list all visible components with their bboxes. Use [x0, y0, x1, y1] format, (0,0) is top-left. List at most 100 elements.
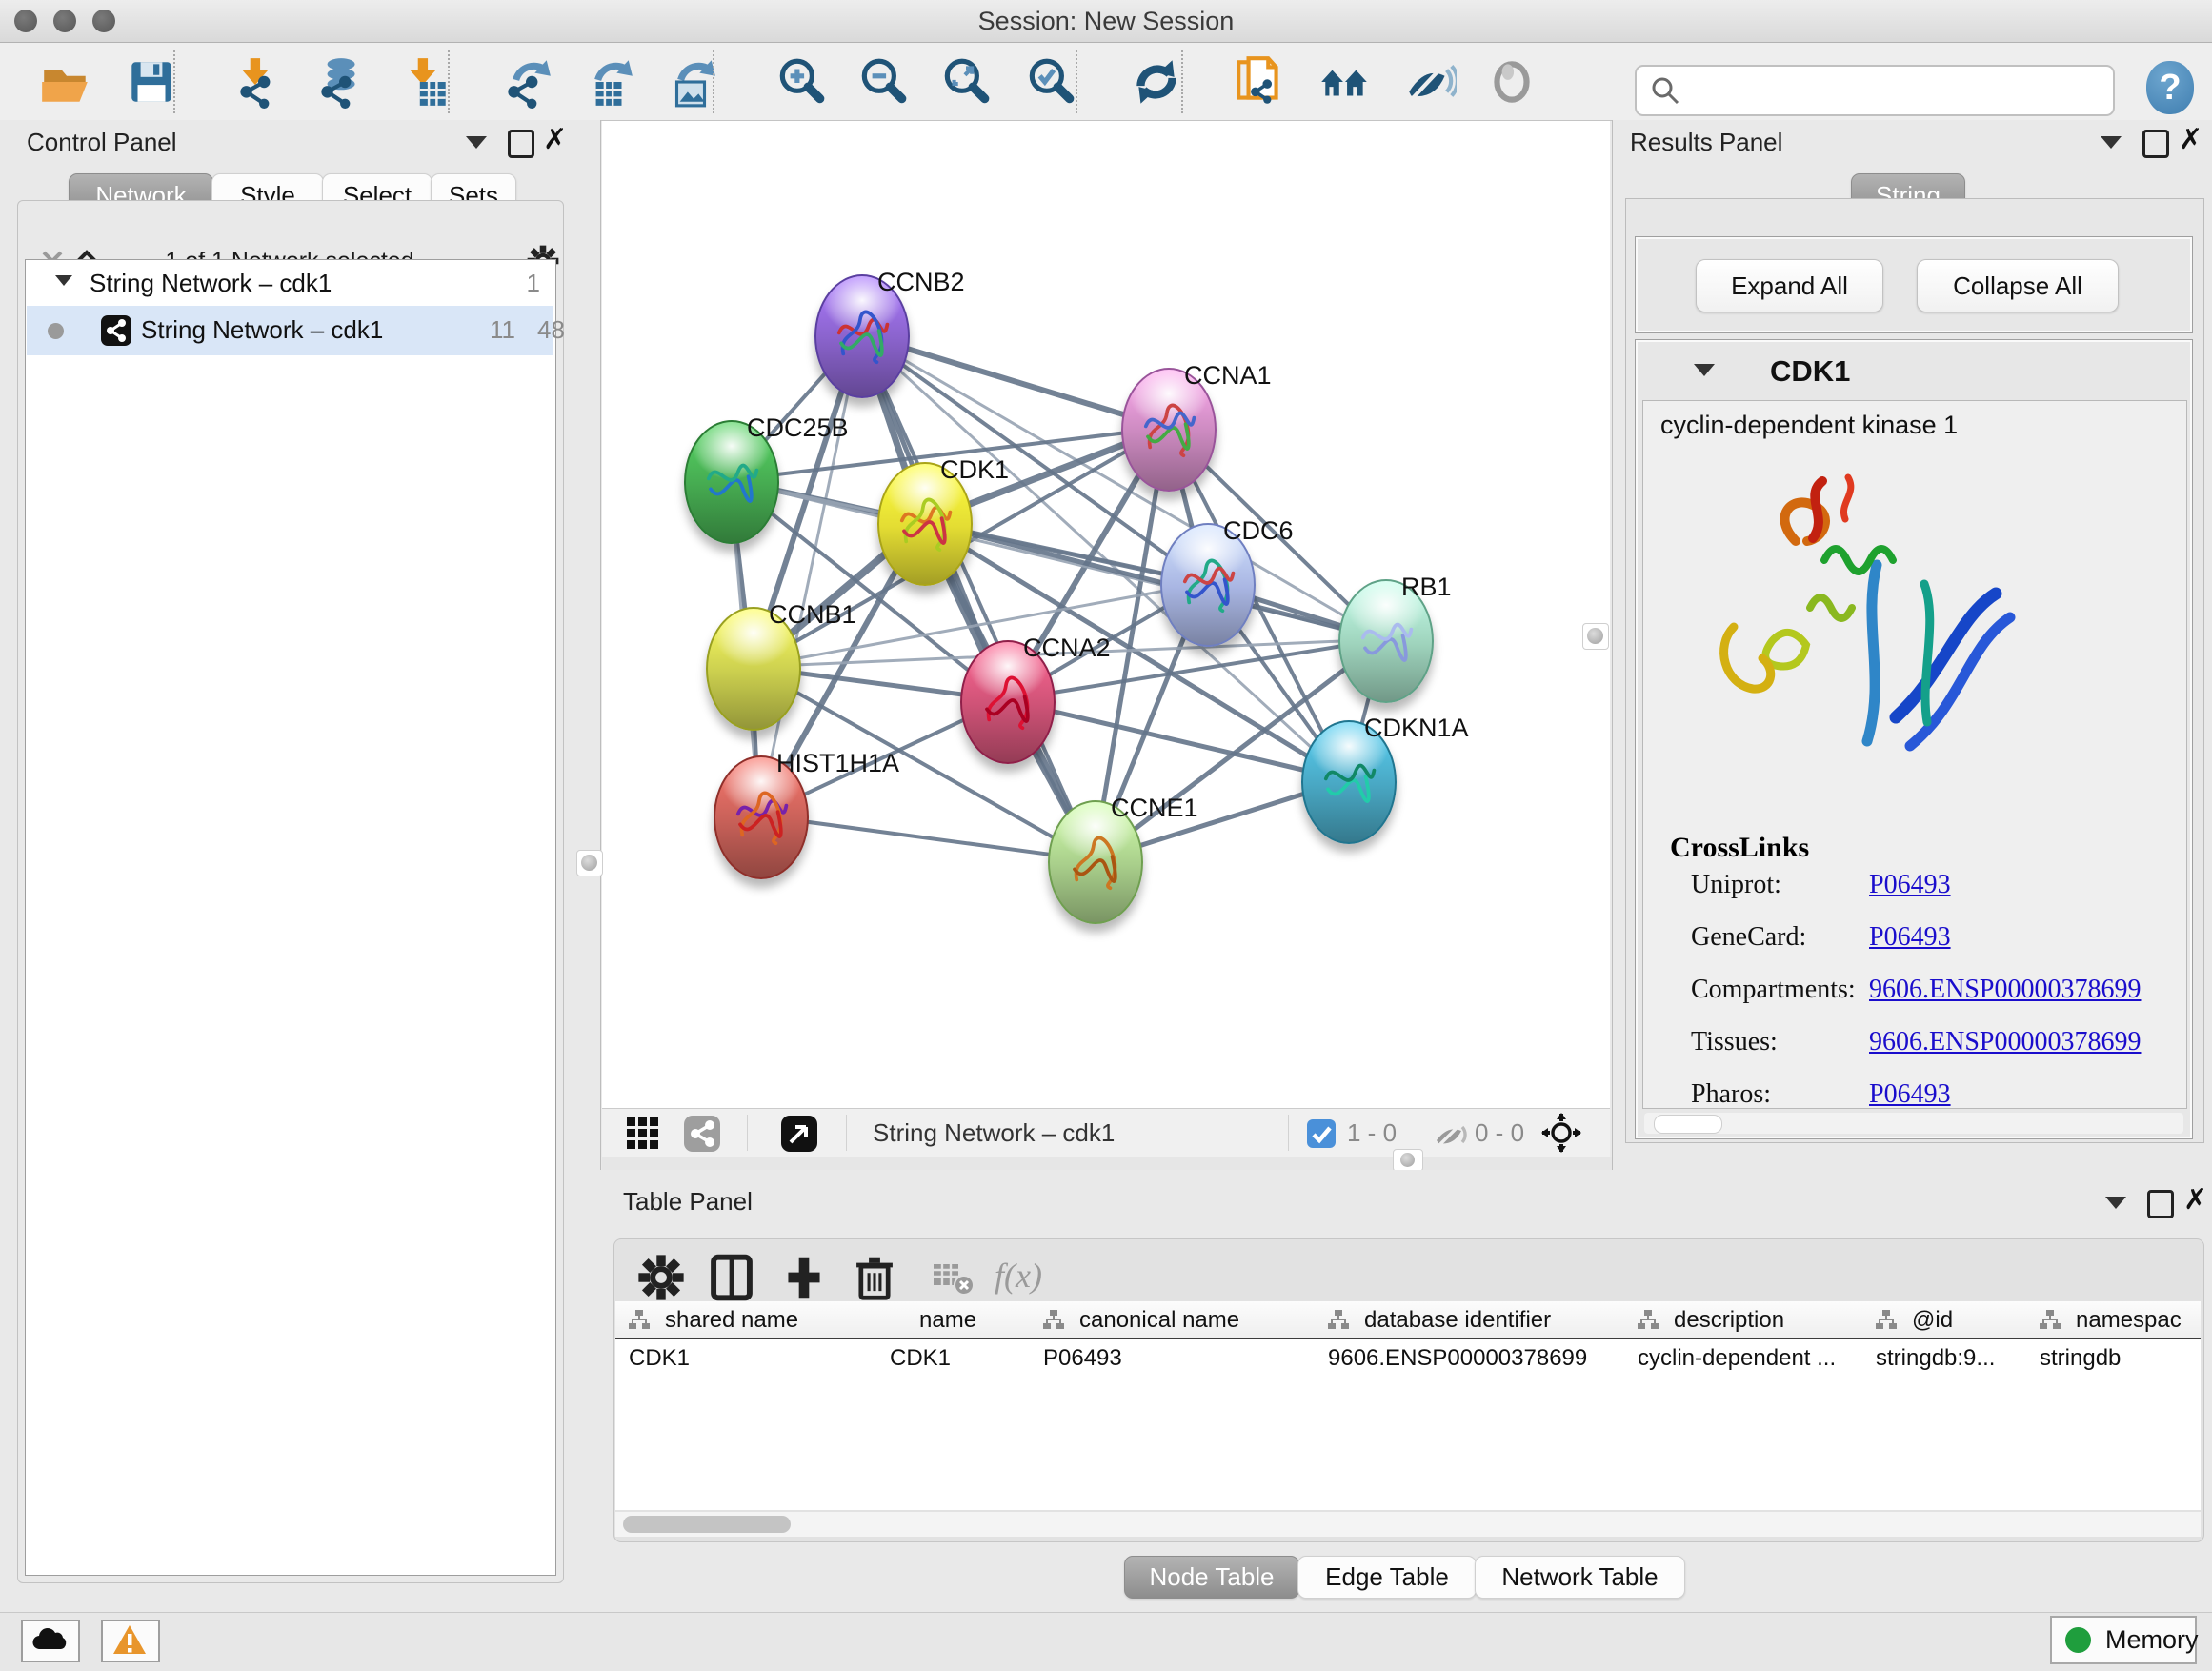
- toolbar-separator: [1076, 50, 1077, 113]
- network-collection-row[interactable]: String Network – cdk1 1: [27, 262, 553, 306]
- table-cell[interactable]: stringdb:9...: [1876, 1345, 2022, 1379]
- window-title: Session: New Session: [0, 7, 2212, 36]
- zoom-fit-icon[interactable]: [938, 54, 994, 110]
- table-cell[interactable]: cyclin-dependent ...: [1638, 1345, 1859, 1379]
- table-cell[interactable]: stringdb: [2040, 1345, 2197, 1379]
- column-header--id[interactable]: @id: [1862, 1301, 2027, 1338]
- grid-view-icon[interactable]: [627, 1117, 659, 1150]
- tab-node-table[interactable]: Node Table: [1124, 1556, 1299, 1599]
- column-header-name[interactable]: name: [876, 1301, 1031, 1338]
- fit-content-crosshair-icon[interactable]: [1541, 1113, 1581, 1153]
- tab-edge-table[interactable]: Edge Table: [1297, 1556, 1477, 1599]
- expand-all-button[interactable]: Expand All: [1696, 259, 1883, 312]
- node-label-cdk1: CDK1: [940, 455, 1009, 485]
- node-table[interactable]: shared nameCDK1nameCDK1 canonical nameP0…: [615, 1301, 2201, 1510]
- export-image-icon[interactable]: [663, 54, 718, 110]
- gear-icon[interactable]: [636, 1253, 686, 1302]
- close-panel-icon[interactable]: ✗: [2179, 128, 2202, 152]
- memory-button[interactable]: Memory: [2050, 1616, 2197, 1664]
- refresh-icon[interactable]: [1129, 54, 1184, 110]
- export-network-icon[interactable]: [498, 54, 553, 110]
- column-header-label: database identifier: [1364, 1307, 1551, 1334]
- float-panel-icon[interactable]: [2105, 1197, 2126, 1209]
- function-builder-icon[interactable]: f(x): [995, 1256, 1042, 1296]
- network-canvas[interactable]: CCNB2CCNA1CDC25BCDK1CDC6RB1CCNB1CCNA2CDK…: [602, 121, 1610, 1108]
- node-label-hist1h1a: HIST1H1A: [776, 749, 899, 778]
- share-document-icon[interactable]: [1233, 54, 1288, 110]
- clear-table-icon[interactable]: [932, 1253, 975, 1302]
- crosslink-link[interactable]: 9606.ENSP00000378699: [1869, 1027, 2141, 1057]
- protein-structure-image: [1681, 451, 2062, 794]
- column-header-database-identifier[interactable]: database identifier: [1315, 1301, 1625, 1338]
- close-panel-icon[interactable]: ✗: [543, 128, 567, 152]
- collapse-all-button[interactable]: Collapse All: [1917, 259, 2119, 312]
- import-network-icon[interactable]: [231, 54, 286, 110]
- export-table-icon[interactable]: [580, 54, 635, 110]
- columns-icon[interactable]: [707, 1253, 756, 1302]
- cloud-button[interactable]: [21, 1620, 80, 1662]
- column-header-shared-name[interactable]: shared name: [615, 1301, 877, 1338]
- status-bar: Memory: [0, 1612, 2212, 1671]
- node-label-ccna2: CCNA2: [1023, 634, 1111, 663]
- results-panel-title: Results Panel: [1630, 128, 1782, 157]
- tab-network-table[interactable]: Network Table: [1475, 1556, 1685, 1599]
- zoom-selected-icon[interactable]: [1023, 54, 1078, 110]
- crosslink-link[interactable]: P06493: [1869, 870, 1951, 900]
- search-input[interactable]: [1688, 70, 2101, 109]
- import-table-icon[interactable]: [398, 54, 453, 110]
- delete-column-icon[interactable]: [850, 1253, 899, 1302]
- crosslink-label: Compartments:: [1691, 975, 1856, 1005]
- shared-column-icon: [1043, 1309, 1064, 1337]
- column-header-canonical-name[interactable]: canonical name: [1030, 1301, 1316, 1338]
- results-scrollbar[interactable]: [1644, 1113, 2183, 1134]
- close-panel-icon[interactable]: ✗: [2183, 1188, 2207, 1213]
- hidden-elements-icon[interactable]: [1433, 1117, 1469, 1150]
- hide-display-icon[interactable]: [1401, 54, 1457, 110]
- collection-label: String Network – cdk1: [90, 269, 332, 298]
- zoom-in-icon[interactable]: [774, 54, 829, 110]
- maximize-panel-icon[interactable]: [2142, 130, 2169, 158]
- collection-expand-icon[interactable]: [55, 275, 72, 286]
- selected-nodes-checkbox[interactable]: [1307, 1119, 1336, 1148]
- table-cell[interactable]: CDK1: [629, 1345, 873, 1379]
- strip-separator: [1288, 1115, 1289, 1151]
- add-column-icon[interactable]: [779, 1253, 829, 1302]
- column-header-namespac[interactable]: namespac: [2026, 1301, 2201, 1338]
- bottom-splitter-handle[interactable]: [1393, 1149, 1423, 1172]
- table-cell[interactable]: 9606.ENSP00000378699: [1328, 1345, 1620, 1379]
- titlebar: Session: New Session: [0, 0, 2212, 43]
- node-label-cdkn1a: CDKN1A: [1364, 714, 1469, 743]
- network-row[interactable]: String Network – cdk1 11 48: [27, 306, 553, 355]
- table-cell[interactable]: CDK1: [890, 1345, 1026, 1379]
- homes-icon[interactable]: [1317, 54, 1373, 110]
- zoom-out-icon[interactable]: [855, 54, 911, 110]
- help-button[interactable]: ?: [2146, 61, 2194, 114]
- float-panel-icon[interactable]: [466, 136, 487, 149]
- show-display-icon[interactable]: [1484, 54, 1539, 110]
- table-cell[interactable]: P06493: [1043, 1345, 1311, 1379]
- memory-label: Memory: [2105, 1625, 2199, 1655]
- import-database-icon[interactable]: [312, 54, 367, 110]
- right-splitter-handle[interactable]: [1582, 623, 1609, 650]
- left-splitter-handle[interactable]: [576, 850, 603, 876]
- float-panel-icon[interactable]: [2101, 136, 2122, 149]
- warning-button[interactable]: [101, 1620, 160, 1662]
- save-icon[interactable]: [124, 54, 179, 110]
- birds-eye-view-icon[interactable]: [781, 1116, 817, 1152]
- toolbar-separator: [1181, 50, 1183, 113]
- table-hscrollbar-thumb[interactable]: [623, 1516, 791, 1533]
- cdk1-collapse-icon[interactable]: [1694, 364, 1715, 376]
- network-view-icon[interactable]: [684, 1116, 720, 1152]
- table-hscrollbar[interactable]: [615, 1512, 2201, 1537]
- current-network-title: String Network – cdk1: [873, 1118, 1115, 1148]
- maximize-panel-icon[interactable]: [508, 130, 534, 158]
- column-header-description[interactable]: description: [1624, 1301, 1863, 1338]
- crosslink-link[interactable]: P06493: [1869, 922, 1951, 953]
- control-panel-title: Control Panel: [27, 128, 177, 157]
- maximize-panel-icon[interactable]: [2147, 1190, 2174, 1218]
- results-scrollbar-thumb[interactable]: [1654, 1115, 1722, 1134]
- open-file-icon[interactable]: [38, 54, 93, 110]
- crosslink-link[interactable]: 9606.ENSP00000378699: [1869, 975, 2141, 1005]
- crosslink-link[interactable]: P06493: [1869, 1079, 1951, 1110]
- search-box[interactable]: [1635, 65, 2115, 116]
